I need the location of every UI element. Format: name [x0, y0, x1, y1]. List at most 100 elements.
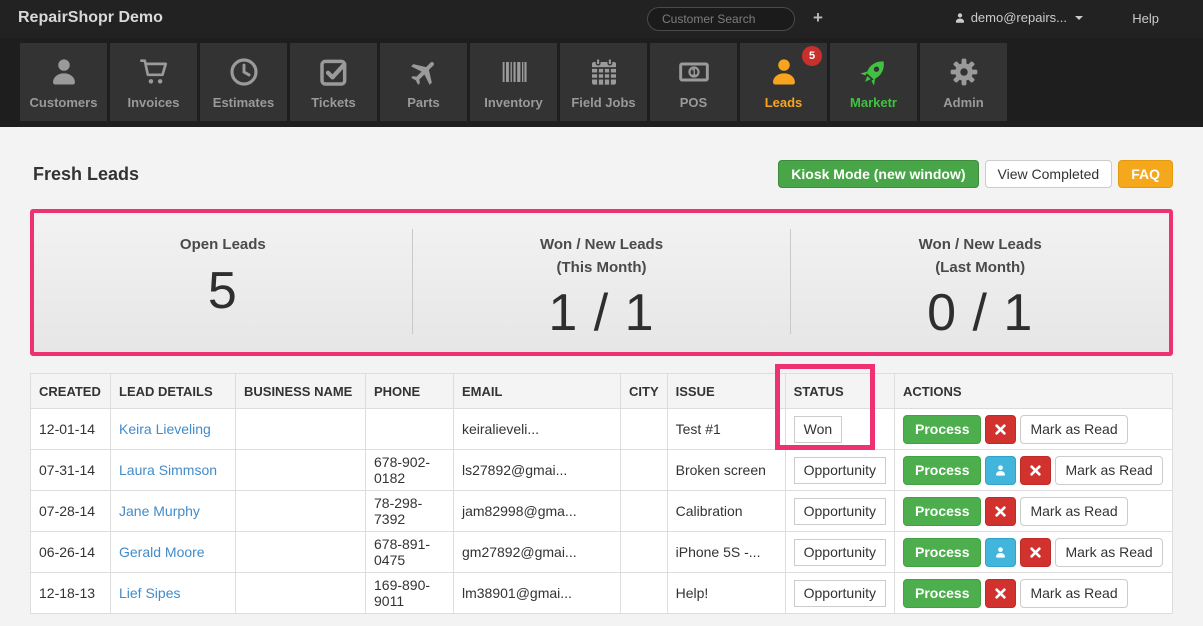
kiosk-mode-button[interactable]: Kiosk Mode (new window): [778, 160, 978, 188]
process-button[interactable]: Process: [903, 415, 981, 444]
cell-city: [621, 409, 668, 450]
nav-item-parts[interactable]: Parts: [380, 43, 467, 121]
app-title: RepairShopr Demo: [18, 9, 163, 27]
page-title: Fresh Leads: [33, 164, 139, 185]
lead-name-link[interactable]: Jane Murphy: [119, 503, 200, 519]
mark-as-read-button[interactable]: Mark as Read: [1055, 456, 1162, 485]
user-menu[interactable]: demo@repairs...: [954, 10, 1083, 25]
cell-status: Opportunity: [785, 491, 894, 532]
person-icon: [48, 55, 80, 89]
leads-table: CREATEDLEAD DETAILSBUSINESS NAMEPHONEEMA…: [30, 373, 1173, 614]
cell-status: Opportunity: [785, 573, 894, 614]
status-select[interactable]: Won: [794, 416, 843, 443]
stat-card-won-new-leads-last-month-: Won / New Leads(Last Month) 0 / 1: [791, 213, 1169, 352]
lead-name-link[interactable]: Laura Simmson: [119, 462, 217, 478]
cell-email: gm27892@gmai...: [454, 532, 621, 573]
delete-button[interactable]: [1020, 456, 1051, 485]
table-row: 12-01-14 Keira Lieveling keiralieveli...…: [31, 409, 1173, 450]
cell-business-name: [236, 409, 366, 450]
cell-business-name: [236, 573, 366, 614]
banknote-icon: 1: [678, 55, 710, 89]
nav-item-admin[interactable]: Admin: [920, 43, 1007, 121]
leads-count-badge: 5: [802, 46, 822, 66]
col-header-city: CITY: [621, 374, 668, 409]
cell-phone: 678-891-0475: [366, 532, 454, 573]
cell-email: ls27892@gmai...: [454, 450, 621, 491]
view-completed-button[interactable]: View Completed: [985, 160, 1113, 188]
cell-created: 06-26-14: [31, 532, 111, 573]
cell-actions: Process Mark as Read: [895, 491, 1173, 532]
stat-label: Open Leads: [180, 234, 266, 257]
svg-text:1: 1: [691, 67, 697, 78]
stat-value: 0 / 1: [927, 283, 1033, 343]
faq-button[interactable]: FAQ: [1118, 160, 1173, 188]
assign-person-button[interactable]: [985, 456, 1016, 485]
head-buttons: Kiosk Mode (new window) View Completed F…: [778, 160, 1173, 188]
col-header-phone: PHONE: [366, 374, 454, 409]
customer-search-input[interactable]: [647, 7, 795, 31]
nav-item-leads[interactable]: Leads 5: [740, 43, 827, 121]
user-icon: [954, 12, 966, 24]
process-button[interactable]: Process: [903, 456, 981, 485]
nav-item-customers[interactable]: Customers: [20, 43, 107, 121]
cell-issue: Help!: [667, 573, 785, 614]
leads-stats-panel: Open Leads 5 Won / New Leads(This Month)…: [30, 209, 1173, 356]
lead-name-link[interactable]: Lief Sipes: [119, 585, 180, 601]
mark-as-read-button[interactable]: Mark as Read: [1020, 415, 1127, 444]
nav-item-label: Inventory: [484, 96, 543, 109]
action-buttons: Process Mark as Read: [903, 579, 1164, 608]
assign-person-button[interactable]: [985, 538, 1016, 567]
nav-item-marketr[interactable]: Marketr: [830, 43, 917, 121]
delete-button[interactable]: [985, 497, 1016, 526]
status-select[interactable]: Opportunity: [794, 498, 886, 525]
action-buttons: Process Mark as Read: [903, 538, 1164, 567]
nav-item-tickets[interactable]: Tickets: [290, 43, 377, 121]
cell-actions: Process Mark as Read: [895, 450, 1173, 491]
process-button[interactable]: Process: [903, 579, 981, 608]
cell-actions: Process Mark as Read: [895, 409, 1173, 450]
chevron-down-icon: [1075, 16, 1083, 20]
table-header-row: CREATEDLEAD DETAILSBUSINESS NAMEPHONEEMA…: [31, 374, 1173, 409]
nav-item-estimates[interactable]: Estimates: [200, 43, 287, 121]
status-select[interactable]: Opportunity: [794, 539, 886, 566]
process-button[interactable]: Process: [903, 497, 981, 526]
stat-card-open-leads: Open Leads 5: [34, 213, 412, 352]
nav-item-label: Customers: [30, 96, 98, 109]
delete-button[interactable]: [985, 579, 1016, 608]
cell-email: keiralieveli...: [454, 409, 621, 450]
calendar-icon: [588, 55, 620, 89]
page-head: Fresh Leads Kiosk Mode (new window) View…: [33, 160, 1173, 188]
process-button[interactable]: Process: [903, 538, 981, 567]
status-select[interactable]: Opportunity: [794, 457, 886, 484]
table-row: 07-31-14 Laura Simmson 678-902-0182 ls27…: [31, 450, 1173, 491]
nav-item-invoices[interactable]: Invoices: [110, 43, 197, 121]
cell-phone: 78-298-7392: [366, 491, 454, 532]
cell-lead-details: Keira Lieveling: [111, 409, 236, 450]
nav-item-field-jobs[interactable]: Field Jobs: [560, 43, 647, 121]
quick-add-button[interactable]: +: [813, 8, 823, 28]
cart-icon: [138, 55, 170, 89]
stat-value: 5: [208, 261, 238, 321]
status-select[interactable]: Opportunity: [794, 580, 886, 607]
action-buttons: Process Mark as Read: [903, 415, 1164, 444]
cell-phone: 169-890-9011: [366, 573, 454, 614]
mark-as-read-button[interactable]: Mark as Read: [1020, 497, 1127, 526]
cell-created: 12-01-14: [31, 409, 111, 450]
nav-item-pos[interactable]: 1 POS: [650, 43, 737, 121]
help-link[interactable]: Help: [1132, 11, 1159, 26]
cell-business-name: [236, 450, 366, 491]
mark-as-read-button[interactable]: Mark as Read: [1055, 538, 1162, 567]
cell-status: Opportunity: [785, 532, 894, 573]
cell-email: lm38901@gmai...: [454, 573, 621, 614]
nav-item-label: Leads: [765, 96, 803, 109]
delete-button[interactable]: [985, 415, 1016, 444]
plane-icon: [408, 55, 440, 89]
cell-created: 12-18-13: [31, 573, 111, 614]
lead-name-link[interactable]: Keira Lieveling: [119, 421, 211, 437]
mark-as-read-button[interactable]: Mark as Read: [1020, 579, 1127, 608]
cell-lead-details: Lief Sipes: [111, 573, 236, 614]
lead-name-link[interactable]: Gerald Moore: [119, 544, 205, 560]
cell-business-name: [236, 491, 366, 532]
delete-button[interactable]: [1020, 538, 1051, 567]
nav-item-inventory[interactable]: Inventory: [470, 43, 557, 121]
